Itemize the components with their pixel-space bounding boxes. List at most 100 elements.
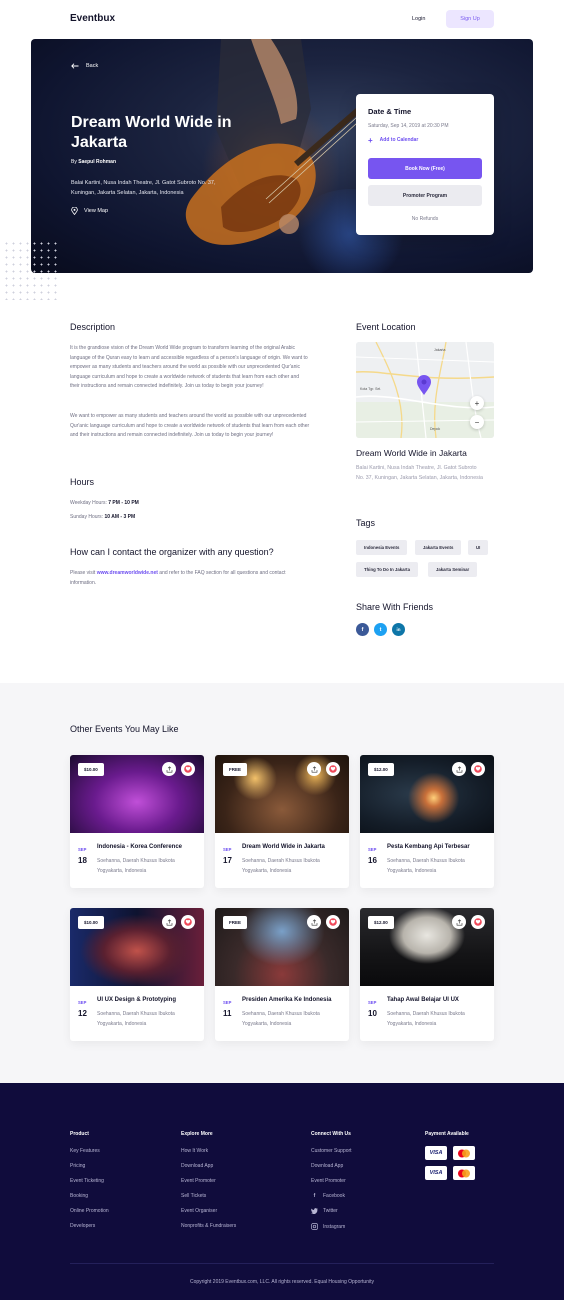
zoom-in-button[interactable]: +	[470, 396, 484, 410]
mastercard-logo	[458, 1169, 470, 1177]
favorite-button[interactable]	[471, 762, 485, 776]
tag-ui[interactable]: UI	[468, 540, 489, 555]
tags-heading: Tags	[356, 518, 376, 528]
logo[interactable]: Eventbux	[70, 13, 115, 24]
event-day: 16	[368, 856, 377, 865]
event-title[interactable]: Pesta Kembang Api Terbesar	[387, 844, 470, 850]
book-now-button[interactable]: Book Now (Free)	[368, 158, 482, 179]
sunday-hours: Sunday Hours: 10 AM - 3 PM	[70, 514, 135, 520]
arrow-left-icon	[71, 63, 79, 69]
back-link[interactable]: Back	[71, 63, 98, 69]
share-button[interactable]	[452, 915, 466, 929]
footer-link[interactable]: Pricing	[70, 1163, 85, 1169]
refund-policy: No Refunds	[411, 216, 439, 222]
footer-explore-heading: Explore More	[181, 1131, 213, 1137]
event-location: Soehanna, Daerah Khusus Ibukota Yogyakar…	[242, 1011, 320, 1027]
footer-payment-heading: Payment Available	[425, 1131, 469, 1137]
event-card[interactable]: $10.00 SEP 18 Indonesia - Korea Conferen…	[70, 755, 204, 888]
event-card[interactable]: $12.00 SEP 10 Tahap Awal Belajar UI UX S…	[360, 908, 494, 1041]
hours-heading: Hours	[70, 477, 95, 487]
event-location: Soehanna, Daerah Khusus Ibukota Yogyakar…	[387, 1011, 465, 1027]
footer-link[interactable]: Key Features	[70, 1148, 100, 1154]
twitter-share-button[interactable]: t	[374, 623, 387, 636]
zoom-out-button[interactable]: −	[470, 415, 484, 429]
footer-link[interactable]: Event Ticketing	[70, 1178, 104, 1184]
event-month: SEP	[78, 1000, 87, 1005]
favorite-button[interactable]	[471, 915, 485, 929]
weekday-hours: Weekday Hours: 7 PM - 10 PM	[70, 500, 139, 506]
organizer-name[interactable]: Saepul Rohman	[78, 159, 116, 165]
date-time-heading: Date & Time	[368, 107, 412, 116]
event-location-heading: Event Location	[356, 322, 416, 332]
event-title[interactable]: Dream World Wide in Jakarta	[242, 844, 325, 850]
footer-twitter-link[interactable]: Twitter	[311, 1208, 338, 1214]
footer-link[interactable]: Developers	[70, 1223, 95, 1229]
signup-button[interactable]: Sign Up	[446, 10, 494, 28]
footer-link[interactable]: Event Organiser	[181, 1208, 217, 1214]
organizer-website-link[interactable]: www.dreamworldwide.net	[97, 570, 158, 576]
footer-link[interactable]: Download App	[181, 1163, 213, 1169]
favorite-button[interactable]	[326, 915, 340, 929]
footer-instagram-link[interactable]: Instagram	[311, 1223, 345, 1230]
event-title[interactable]: Indonesia - Korea Conference	[97, 844, 182, 850]
linkedin-share-button[interactable]: in	[392, 623, 405, 636]
map-pin-icon	[71, 207, 78, 215]
event-title[interactable]: Presiden Amerika Ke Indonesia	[242, 997, 331, 1003]
footer-link[interactable]: Customer Support	[311, 1148, 352, 1154]
event-location: Soehanna, Daerah Khusus Ibukota Yogyakar…	[97, 858, 175, 874]
add-to-calendar-link[interactable]: + Add to Calendar	[368, 135, 418, 145]
footer-social-label: Twitter	[323, 1208, 338, 1214]
tag-jakarta-seminar[interactable]: Jakarta Seminar	[428, 562, 478, 577]
share-button[interactable]	[162, 915, 176, 929]
footer-link[interactable]: Sell Tickets	[181, 1193, 206, 1199]
view-map-link[interactable]: View Map	[71, 207, 108, 215]
price-badge: FREE	[223, 916, 248, 929]
event-card[interactable]: $12.00 SEP 16 Pesta Kembang Api Terbesar…	[360, 755, 494, 888]
price-badge: $12.00	[368, 763, 394, 776]
description-paragraph-2: We want to empower as many students and …	[70, 413, 310, 439]
event-card[interactable]: $10.00 SEP 12 UI UX Design & Prototyping…	[70, 908, 204, 1041]
footer-link[interactable]: Event Promoter	[311, 1178, 346, 1184]
event-title[interactable]: Tahap Awal Belajar UI UX	[387, 997, 459, 1003]
event-card[interactable]: FREE SEP 11 Presiden Amerika Ke Indonesi…	[215, 908, 349, 1041]
promoter-program-button[interactable]: Promoter Program	[368, 185, 482, 206]
twitter-icon	[311, 1208, 318, 1214]
tag-indonesia-events[interactable]: Indonesia Events	[356, 540, 408, 555]
footer-connect-heading: Connect With Us	[311, 1131, 351, 1137]
mastercard-icon	[453, 1146, 475, 1160]
event-map[interactable]: Jakarta Kota Tgr. Sel. Depok + −	[356, 342, 494, 438]
heart-icon	[474, 765, 482, 773]
tag-thing-to-do[interactable]: Thing To Do In Jakarta	[356, 562, 418, 577]
footer-link[interactable]: Online Promotion	[70, 1208, 109, 1214]
event-title[interactable]: UI UX Design & Prototyping	[97, 997, 176, 1003]
tag-jakarta-events[interactable]: Jakarta Events	[415, 540, 462, 555]
footer-facebook-link[interactable]: f Facebook	[311, 1193, 345, 1199]
description-paragraph-1: It is the grandiose vision of the Dream …	[70, 345, 308, 390]
share-icon	[166, 765, 172, 772]
share-icon	[456, 765, 462, 772]
footer-link[interactable]: Booking	[70, 1193, 88, 1199]
event-card[interactable]: FREE SEP 17 Dream World Wide in Jakarta …	[215, 755, 349, 888]
facebook-share-button[interactable]: f	[356, 623, 369, 636]
favorite-button[interactable]	[181, 762, 195, 776]
venue-address: Balai Kartini, Nusa Indah Theatre, Jl. G…	[356, 465, 483, 481]
contact-text: Please visit www.dreamworldwide.net and …	[70, 569, 310, 588]
share-button[interactable]	[452, 762, 466, 776]
favorite-button[interactable]	[181, 915, 195, 929]
map-marker-icon	[417, 375, 431, 395]
venue-title: Dream World Wide in Jakarta	[356, 448, 467, 458]
footer-link[interactable]: Nonprofits & Fundraisers	[181, 1223, 236, 1229]
footer-link[interactable]: Event Promoter	[181, 1178, 216, 1184]
favorite-button[interactable]	[326, 762, 340, 776]
footer-link[interactable]: Download App	[311, 1163, 343, 1169]
share-icon	[166, 918, 172, 925]
by-prefix: By	[71, 159, 77, 165]
share-button[interactable]	[307, 762, 321, 776]
footer-link[interactable]: How It Work	[181, 1148, 208, 1154]
share-button[interactable]	[162, 762, 176, 776]
plus-icon: +	[368, 135, 373, 145]
login-link[interactable]: Login	[412, 16, 425, 22]
share-button[interactable]	[307, 915, 321, 929]
footer-divider	[70, 1263, 494, 1264]
price-badge: $12.00	[368, 916, 394, 929]
